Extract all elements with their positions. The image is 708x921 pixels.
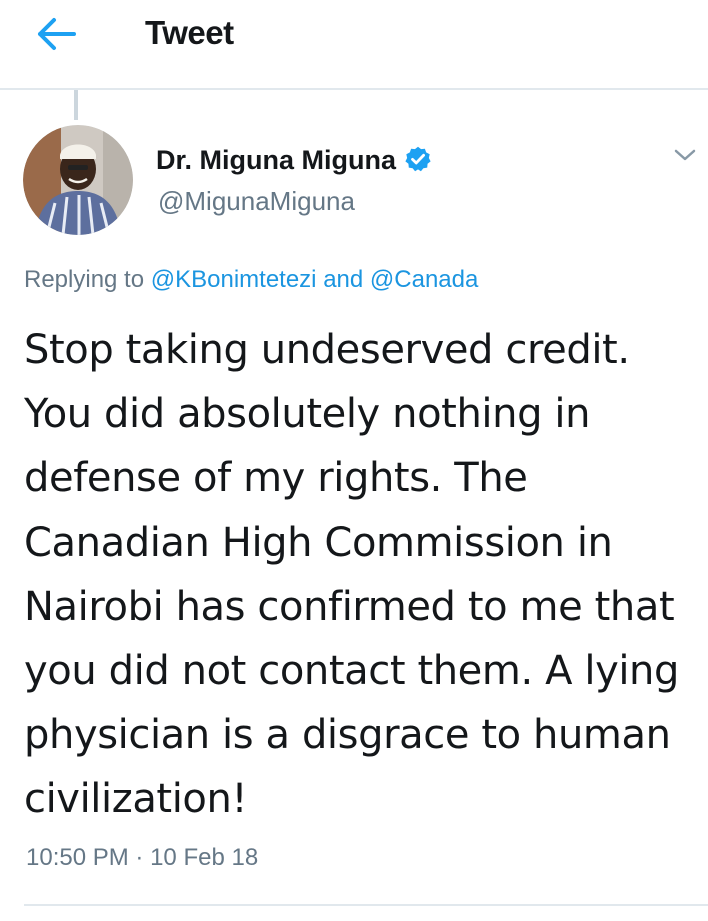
tweet-text-line: Nairobi has confirmed to me that xyxy=(24,583,675,630)
author-handle[interactable]: @MigunaMiguna xyxy=(158,186,355,217)
back-button[interactable] xyxy=(30,14,82,54)
tweet-options-button[interactable] xyxy=(672,145,698,165)
timestamp-separator: · xyxy=(135,844,144,871)
tweet-text-line: You did absolutely nothing in xyxy=(24,391,591,438)
divider xyxy=(24,904,708,906)
arrow-left-icon xyxy=(38,18,76,50)
tweet-timestamp[interactable]: 10:50 PM · 10 Feb 18 xyxy=(26,844,258,872)
verified-badge-icon xyxy=(405,146,431,172)
avatar[interactable] xyxy=(23,125,133,235)
tweet-text-line: Stop taking undeserved credit. xyxy=(24,327,630,373)
tweet-text: Stop taking undeserved credit. You did a… xyxy=(24,318,696,832)
tweet-text-line: civilization! xyxy=(24,776,248,823)
mention-conjunction[interactable]: and xyxy=(323,266,363,293)
tweet-date: 10 Feb 18 xyxy=(150,844,259,871)
thread-connector-line xyxy=(74,90,78,120)
tweet-text-line: you did not contact them. A lying xyxy=(24,648,680,695)
top-bar: Tweet xyxy=(0,0,708,90)
tweet-text-line: physician is a disgrace to human xyxy=(24,712,671,759)
mention-link[interactable]: @Canada xyxy=(370,266,478,293)
tweet-text-line: defense of my rights. The xyxy=(24,455,528,502)
author-display-name[interactable]: Dr. Miguna Miguna xyxy=(156,145,432,176)
replying-to-line: Replying to @KBonimtetezi and @Canada xyxy=(24,266,478,294)
tweet-time: 10:50 PM xyxy=(26,844,129,871)
page-title: Tweet xyxy=(145,14,234,51)
tweet-text-line: Canadian High Commission in xyxy=(24,519,613,566)
mention-link[interactable]: @KBonimtetezi xyxy=(151,266,317,293)
chevron-down-icon xyxy=(674,149,696,161)
author-name-text: Dr. Miguna Miguna xyxy=(156,145,396,175)
profile-photo-icon xyxy=(23,125,133,235)
replying-to-label: Replying to xyxy=(24,266,145,293)
